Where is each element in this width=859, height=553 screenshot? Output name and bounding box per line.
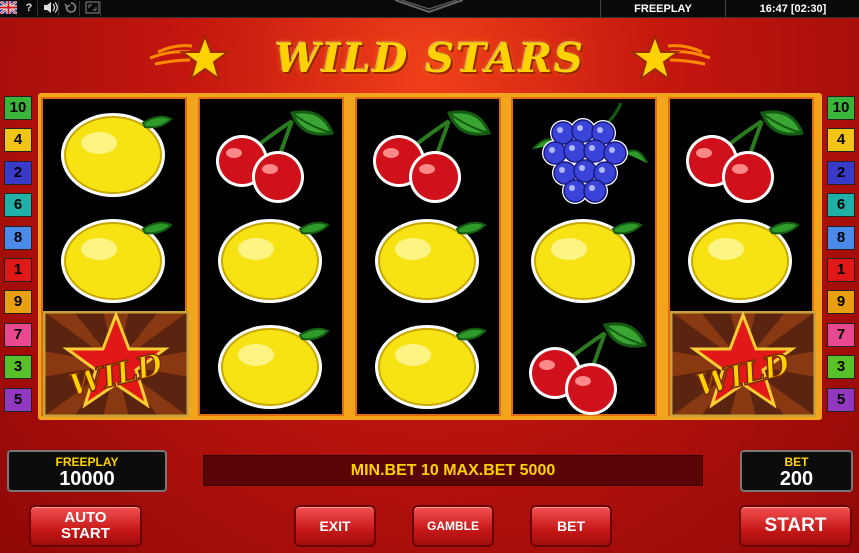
flaming-star-left-icon xyxy=(150,33,230,82)
lemon-symbol-icon xyxy=(513,205,659,311)
sound-icon[interactable] xyxy=(42,1,59,16)
cherries-symbol-icon xyxy=(670,99,816,205)
game-logo: WILD STARS xyxy=(150,30,710,86)
history-icon[interactable] xyxy=(63,1,80,16)
payline-marker[interactable]: 3 xyxy=(827,355,855,380)
auto-start-label-line1: AUTO xyxy=(64,509,107,526)
lemon-symbol-icon xyxy=(200,205,346,311)
help-icon[interactable]: ? xyxy=(21,1,38,16)
bet-counter: BET 200 xyxy=(740,450,853,492)
payline-marker[interactable]: 10 xyxy=(4,96,32,120)
auto-start-label-line2: START xyxy=(61,525,110,542)
grapes-symbol-icon xyxy=(513,99,659,205)
payline-marker[interactable]: 6 xyxy=(4,193,32,218)
lemon-symbol-icon xyxy=(670,205,816,311)
lemon-symbol-icon xyxy=(357,311,503,417)
payline-marker[interactable]: 7 xyxy=(827,322,855,347)
payline-marker[interactable]: 7 xyxy=(4,322,32,347)
bet-value: 200 xyxy=(779,468,814,490)
game-mode-label: FREEPLAY xyxy=(600,0,726,18)
start-button[interactable]: START xyxy=(739,505,852,547)
cherries-symbol-icon xyxy=(357,99,503,205)
payline-marker[interactable]: 2 xyxy=(4,160,32,185)
cherries-symbol-icon xyxy=(513,311,659,417)
payline-marker[interactable]: 4 xyxy=(4,128,32,153)
lemon-symbol-icon xyxy=(43,205,189,311)
menu-chevron-icon[interactable] xyxy=(395,0,463,14)
cherries-symbol-icon xyxy=(200,99,346,205)
payline-marker[interactable]: 9 xyxy=(827,290,855,315)
help-glyph: ? xyxy=(25,2,33,14)
reel-2 xyxy=(198,97,344,416)
gamble-button[interactable]: GAMBLE xyxy=(412,505,494,547)
payline-marker[interactable]: 10 xyxy=(827,96,855,120)
clock: 16:47 [02:30] xyxy=(759,3,827,15)
lemon-symbol-icon xyxy=(43,99,189,205)
payline-marker[interactable]: 8 xyxy=(4,225,32,250)
bet-button[interactable]: BET xyxy=(530,505,612,547)
reel-1: WILD xyxy=(41,97,190,418)
freeplay-value: 10000 xyxy=(59,468,115,490)
lemon-symbol-icon xyxy=(200,311,346,417)
payline-marker[interactable]: 8 xyxy=(827,225,855,250)
bet-label: BET xyxy=(784,455,809,469)
payline-marker[interactable]: 9 xyxy=(4,290,32,315)
payline-markers-left: 10 4 2 6 8 1 9 7 3 5 xyxy=(4,96,32,420)
payline-marker[interactable]: 4 xyxy=(827,128,855,153)
wild-symbol-icon: WILD xyxy=(42,310,190,418)
top-bar: ? FREEPLAY 16:47 [02:30] xyxy=(0,0,859,18)
payline-marker[interactable]: 1 xyxy=(4,257,32,282)
wild-symbol-icon: WILD xyxy=(669,310,817,418)
auto-start-button[interactable]: AUTO START xyxy=(29,505,142,547)
payline-marker[interactable]: 5 xyxy=(4,387,32,412)
reel-5: WILD xyxy=(668,97,817,418)
message-bar: MIN.BET 10 MAX.BET 5000 xyxy=(203,455,703,486)
payline-marker[interactable]: 1 xyxy=(827,257,855,282)
payline-marker[interactable]: 5 xyxy=(827,387,855,412)
freeplay-counter: FREEPLAY 10000 xyxy=(7,450,167,492)
payline-marker[interactable]: 6 xyxy=(827,193,855,218)
exit-button[interactable]: EXIT xyxy=(294,505,376,547)
flaming-star-right-icon xyxy=(630,33,710,82)
uk-flag-icon[interactable] xyxy=(0,0,18,16)
freeplay-label: FREEPLAY xyxy=(55,455,119,469)
payline-markers-right: 10 4 2 6 8 1 9 7 3 5 xyxy=(827,96,855,420)
game-title: WILD STARS xyxy=(275,35,585,82)
reel-3 xyxy=(355,97,501,416)
payline-marker[interactable]: 3 xyxy=(4,355,32,380)
reel-4 xyxy=(511,97,657,416)
fullscreen-icon[interactable] xyxy=(84,1,101,16)
payline-marker[interactable]: 2 xyxy=(827,160,855,185)
lemon-symbol-icon xyxy=(357,205,503,311)
